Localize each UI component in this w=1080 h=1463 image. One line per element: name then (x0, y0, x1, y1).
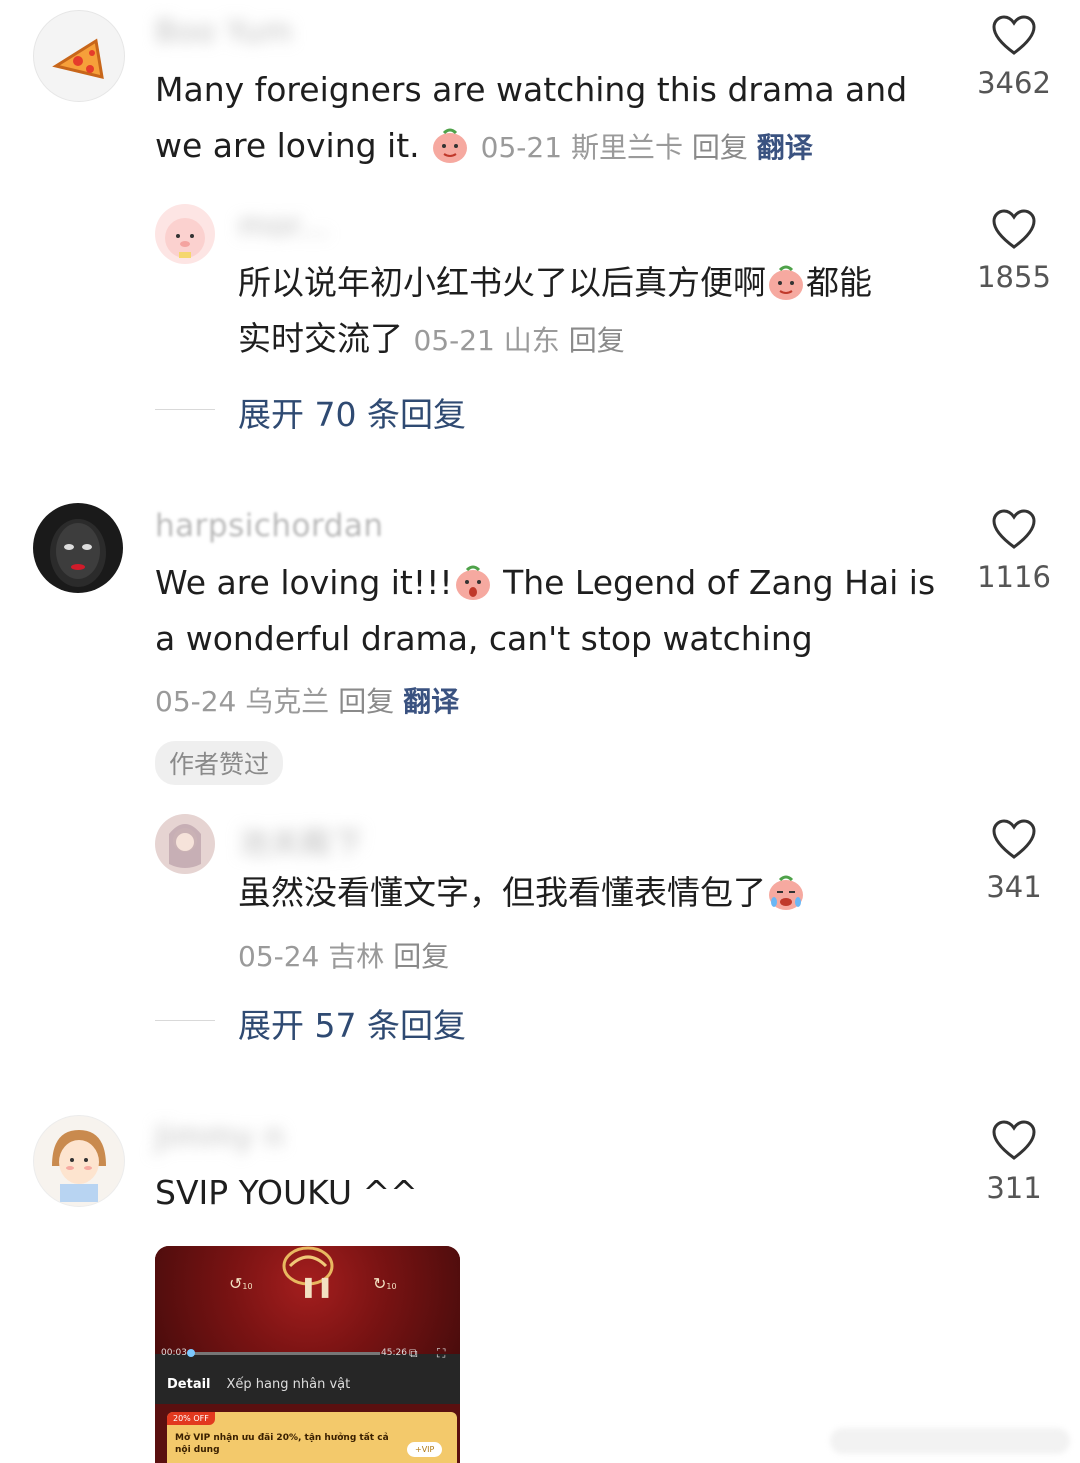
reply-button[interactable]: 回复 (692, 131, 748, 164)
promo-text: Mở VIP nhận ưu đãi 20%, tận hưởng tất cả… (175, 1433, 389, 1455)
pink-pig-crying-sticker-icon (769, 875, 803, 910)
like-button[interactable]: 1116 (954, 508, 1074, 594)
portrait-avatar-icon (50, 519, 106, 587)
divider (155, 409, 215, 410)
divider (155, 1020, 215, 1021)
like-button[interactable]: 341 (954, 818, 1074, 904)
expand-replies-button[interactable]: 展开 57 条回复 (238, 999, 466, 1047)
watermark-blur (830, 1428, 1070, 1454)
translate-button[interactable]: 翻译 (757, 131, 813, 164)
pip-icon[interactable]: ⧉ (409, 1346, 418, 1361)
pause-icon[interactable]: ❚❚ (300, 1274, 334, 1298)
tab-detail[interactable]: Detail (167, 1377, 211, 1392)
avatar[interactable] (33, 10, 125, 102)
video-tabs: Detail Xếp hang nhân vật (167, 1377, 350, 1392)
reply-text: 虽然没看懂文字，但我看懂表情包了 (238, 865, 806, 921)
forward-10-icon[interactable]: ↻10 (373, 1274, 397, 1293)
pig-avatar-icon (165, 218, 205, 258)
rewind-10-icon[interactable]: ↺10 (229, 1274, 253, 1293)
reply-meta: 05-24 吉林 回复 (238, 940, 450, 973)
expand-replies-button[interactable]: 展开 70 条回复 (238, 388, 466, 436)
like-count: 3462 (977, 66, 1051, 100)
progress-thumb[interactable] (187, 1349, 195, 1357)
like-count: 1116 (977, 560, 1051, 594)
author-liked-badge: 作者赞过 (155, 741, 284, 785)
reply-button[interactable]: 回复 (393, 940, 449, 973)
heart-outline-icon (992, 819, 1036, 859)
pink-pig-sticker-icon (433, 128, 468, 163)
username[interactable]: 池关殿下 (238, 818, 364, 863)
like-count: 1855 (977, 260, 1051, 294)
fullscreen-icon[interactable]: ⛶ (437, 1346, 445, 1361)
avatar[interactable] (155, 204, 215, 264)
heart-outline-icon (992, 509, 1036, 549)
progress-track[interactable] (190, 1352, 380, 1355)
reply-button[interactable]: 回复 (569, 324, 625, 357)
comment-text: We are loving it!!! The Legend of Zang H… (155, 563, 936, 658)
like-button[interactable]: 1855 (954, 208, 1074, 294)
tab-character-ranking[interactable]: Xếp hang nhân vật (227, 1377, 351, 1392)
heart-outline-icon (992, 209, 1036, 249)
avatar[interactable] (155, 814, 215, 874)
like-count: 341 (986, 870, 1042, 904)
like-button[interactable]: 311 (954, 1119, 1074, 1205)
girl-avatar-icon (52, 1130, 106, 1202)
pink-pig-sticker-icon (769, 265, 803, 300)
time-total: 45:26 (381, 1348, 407, 1358)
heart-outline-icon (992, 15, 1036, 55)
avatar[interactable] (33, 1115, 125, 1207)
pink-pig-shocked-sticker-icon (455, 565, 490, 600)
comment-meta: 05-21 斯里兰卡 回复 翻译 (480, 131, 813, 164)
promo-tag: 20% OFF (167, 1412, 215, 1425)
comment-text: Many foreigners are watching this drama … (155, 70, 908, 165)
heart-outline-icon (992, 1120, 1036, 1160)
like-button[interactable]: 3462 (954, 14, 1074, 100)
pizza-avatar-icon (52, 38, 104, 79)
attached-image[interactable]: ↺10 ❚❚ ↻10 00:03 45:26 ⧉ ⛶ Detail Xếp han… (155, 1246, 460, 1463)
reply-text: 所以说年初小红书火了以后真方便啊 都能 实时交流了 05-21 山东 回复 (238, 263, 872, 358)
username[interactable]: Jimmy n (155, 1119, 285, 1155)
comment-meta: 05-24 乌克兰 回复 翻译 (155, 685, 460, 718)
vip-button[interactable]: +VIP (407, 1442, 443, 1457)
reply-meta: 05-21 山东 回复 (413, 324, 625, 357)
comment-text: SVIP YOUKU ^^ (155, 1173, 418, 1212)
avatar[interactable] (33, 503, 123, 593)
username[interactable]: Boo Yum (155, 14, 293, 50)
character-avatar-icon (169, 824, 201, 868)
username[interactable]: mor... (238, 208, 330, 244)
translate-button[interactable]: 翻译 (403, 685, 459, 718)
time-current: 00:03 (161, 1348, 187, 1358)
reply-button[interactable]: 回复 (338, 685, 394, 718)
like-count: 311 (986, 1171, 1042, 1205)
username[interactable]: harpsichordan (155, 508, 384, 544)
